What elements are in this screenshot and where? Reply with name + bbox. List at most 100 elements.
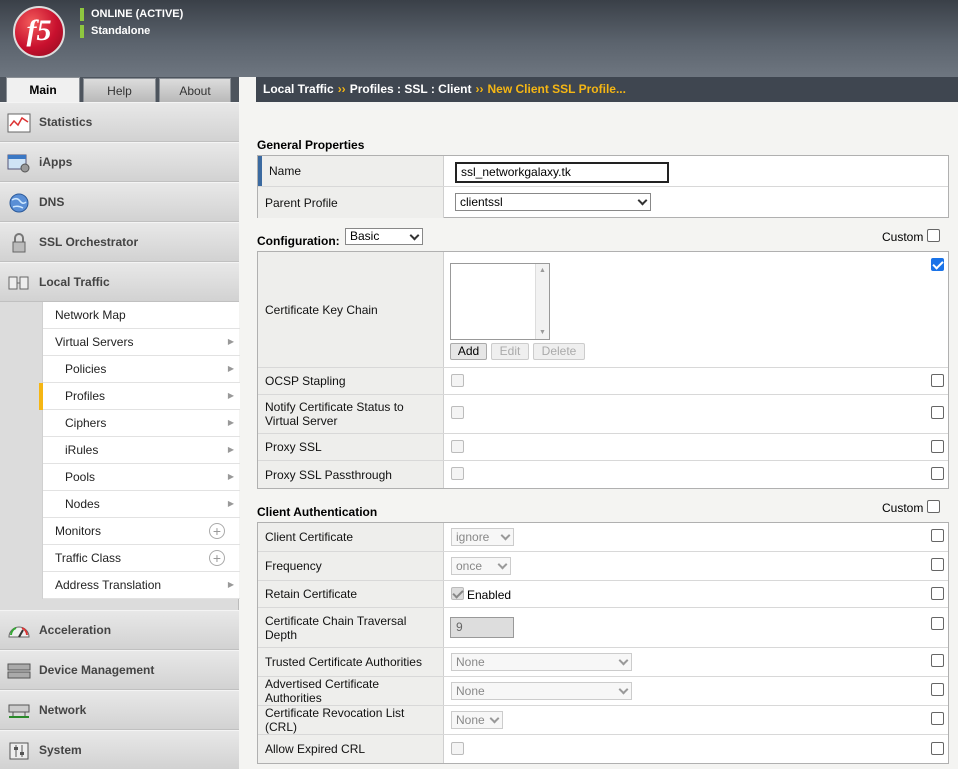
notify-status-custom-checkbox[interactable] <box>931 406 944 419</box>
client-certificate-value: ignore <box>456 530 490 544</box>
certificate-key-chain-list[interactable]: ▲ ▼ <box>450 263 550 340</box>
chain-depth-input[interactable]: 9 <box>450 617 514 638</box>
iapps-icon <box>7 154 30 173</box>
allow-expired-crl-label: Allow Expired CRL <box>258 735 444 763</box>
retain-certificate-checkbox[interactable] <box>451 587 464 600</box>
plus-icon[interactable]: + <box>209 523 225 539</box>
configuration-mode-select[interactable]: Basic <box>345 228 423 245</box>
submenu-policies[interactable]: Policies ▶ <box>43 356 240 383</box>
configuration-custom-label: Custom <box>882 230 924 244</box>
list-scrollbar[interactable]: ▲ ▼ <box>535 264 549 339</box>
parent-profile-select[interactable]: clientssl <box>455 193 651 211</box>
crl-select[interactable]: None <box>451 711 503 729</box>
submenu-ciphers[interactable]: Ciphers ▶ <box>43 410 240 437</box>
parent-profile-row: Parent Profile clientssl <box>258 187 948 218</box>
submenu-label: Network Map <box>55 308 126 322</box>
sidebar-item-ssl-orchestrator[interactable]: SSL Orchestrator <box>0 222 239 262</box>
scroll-down-icon[interactable]: ▼ <box>539 329 546 336</box>
local-traffic-submenu: Network Map Virtual Servers ▶ Policies ▶ P… <box>39 302 240 599</box>
retain-certificate-custom-checkbox[interactable] <box>931 587 944 600</box>
breadcrumb-local-traffic[interactable]: Local Traffic <box>263 82 334 96</box>
name-label: Name <box>258 156 444 186</box>
delete-button[interactable]: Delete <box>533 343 585 360</box>
trusted-ca-label: Trusted Certificate Authorities <box>258 648 444 676</box>
sidebar-label: Local Traffic <box>39 275 110 289</box>
allow-expired-crl-custom-checkbox[interactable] <box>931 742 944 755</box>
proxy-ssl-custom-checkbox[interactable] <box>931 440 944 453</box>
client-certificate-custom-checkbox[interactable] <box>931 529 944 542</box>
local-traffic-icon <box>8 276 29 290</box>
client-certificate-label: Client Certificate <box>258 523 444 551</box>
scroll-up-icon[interactable]: ▲ <box>539 267 546 274</box>
globe-icon <box>9 193 29 213</box>
f5-logo: f5 <box>13 6 65 58</box>
allow-expired-crl-row: Allow Expired CRL <box>258 735 948 763</box>
sidebar-label: SSL Orchestrator <box>39 235 139 249</box>
trusted-ca-value: None <box>456 655 485 669</box>
sidebar-item-iapps[interactable]: iApps <box>0 142 239 182</box>
plus-icon[interactable]: + <box>209 550 225 566</box>
sidebar-item-device-management[interactable]: Device Management <box>0 650 239 690</box>
breadcrumb-profiles[interactable]: Profiles : SSL : Client <box>350 82 472 96</box>
proxy-ssl-passthrough-checkbox[interactable] <box>451 467 464 480</box>
certificate-key-chain-custom-checkbox[interactable] <box>931 258 944 271</box>
submenu-address-translation[interactable]: Address Translation ▶ <box>43 572 240 599</box>
client-auth-custom-checkbox[interactable] <box>927 500 940 513</box>
notify-status-checkbox[interactable] <box>451 406 464 419</box>
proxy-ssl-passthrough-custom-checkbox[interactable] <box>931 467 944 480</box>
configuration-custom-checkbox[interactable] <box>927 229 940 242</box>
sidebar-item-acceleration[interactable]: Acceleration <box>0 610 239 650</box>
tab-about[interactable]: About <box>159 78 231 102</box>
ocsp-stapling-custom-checkbox[interactable] <box>931 374 944 387</box>
retain-certificate-value: Enabled <box>467 588 512 602</box>
submenu-label: Policies <box>65 362 107 376</box>
sidebar-item-statistics[interactable]: Statistics <box>0 102 239 142</box>
trusted-ca-select[interactable]: None <box>451 653 632 671</box>
frequency-custom-checkbox[interactable] <box>931 558 944 571</box>
submenu-traffic-class[interactable]: Traffic Class + <box>43 545 240 572</box>
crl-label: Certificate Revocation List (CRL) <box>258 706 444 734</box>
add-button[interactable]: Add <box>450 343 487 360</box>
tab-main[interactable]: Main <box>6 77 80 102</box>
submenu-profiles[interactable]: Profiles ▶ <box>39 383 240 410</box>
submenu-label: Nodes <box>65 497 100 511</box>
notify-status-row: Notify Certificate Status to Virtual Ser… <box>258 395 948 434</box>
retain-certificate-label: Retain Certificate <box>258 581 444 607</box>
client-authentication-table: Client Certificate ignore Frequency once… <box>257 522 949 764</box>
configuration-heading: Configuration: <box>257 234 340 248</box>
crl-value: None <box>456 713 485 727</box>
proxy-ssl-checkbox[interactable] <box>451 440 464 453</box>
advertised-ca-custom-checkbox[interactable] <box>931 683 944 696</box>
chain-depth-custom-checkbox[interactable] <box>931 617 944 630</box>
submenu-irules[interactable]: iRules ▶ <box>43 437 240 464</box>
arrow-right-icon: ▶ <box>227 580 234 589</box>
trusted-ca-row: Trusted Certificate Authorities None <box>258 648 948 677</box>
client-auth-custom-label: Custom <box>882 501 924 515</box>
name-input[interactable]: ssl_networkgalaxy.tk <box>455 162 669 183</box>
breadcrumb-separator: ›› <box>475 82 484 96</box>
sidebar-item-dns[interactable]: DNS <box>0 182 239 222</box>
edit-button[interactable]: Edit <box>491 343 529 360</box>
sidebar-item-network[interactable]: Network <box>0 690 239 730</box>
submenu-virtual-servers[interactable]: Virtual Servers ▶ <box>43 329 240 356</box>
chevron-down-icon <box>489 713 500 724</box>
submenu-monitors[interactable]: Monitors + <box>43 518 240 545</box>
submenu-label: Address Translation <box>55 578 162 592</box>
frequency-select[interactable]: once <box>451 557 511 575</box>
submenu-nodes[interactable]: Nodes ▶ <box>43 491 240 518</box>
crl-custom-checkbox[interactable] <box>931 712 944 725</box>
arrow-right-icon: ▶ <box>227 391 234 400</box>
tab-help[interactable]: Help <box>83 78 156 102</box>
client-certificate-select[interactable]: ignore <box>451 528 514 546</box>
advertised-ca-select[interactable]: None <box>451 682 632 700</box>
sidebar-item-system[interactable]: System <box>0 730 239 769</box>
chain-depth-row: Certificate Chain Traversal Depth 9 <box>258 608 948 648</box>
trusted-ca-custom-checkbox[interactable] <box>931 654 944 667</box>
submenu-network-map[interactable]: Network Map <box>43 302 240 329</box>
submenu-label: Ciphers <box>65 416 107 430</box>
ocsp-stapling-checkbox[interactable] <box>451 374 464 387</box>
sidebar-item-local-traffic[interactable]: Local Traffic <box>0 262 239 302</box>
allow-expired-crl-checkbox[interactable] <box>451 742 464 755</box>
frequency-label: Frequency <box>258 552 444 580</box>
submenu-pools[interactable]: Pools ▶ <box>43 464 240 491</box>
